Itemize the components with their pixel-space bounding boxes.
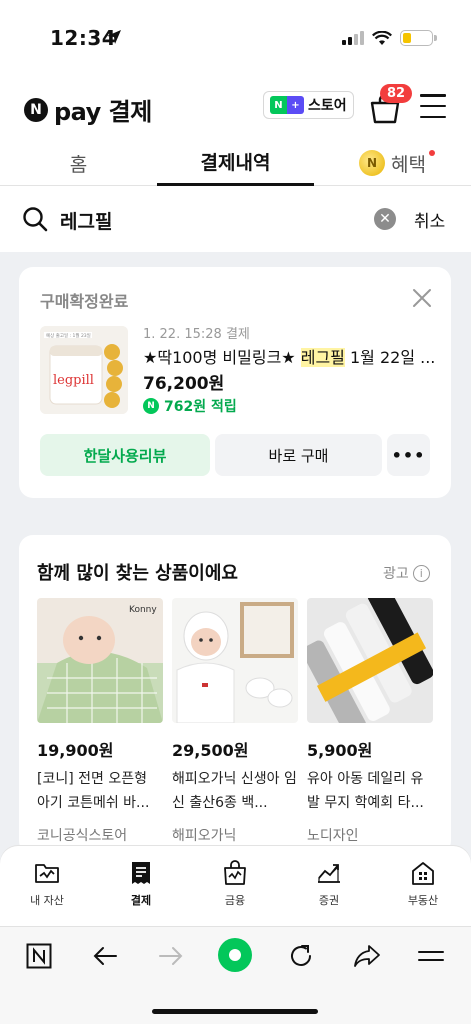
product-price: 29,500원 — [172, 741, 249, 760]
info-icon: i — [412, 564, 430, 582]
cell-signal-icon — [342, 31, 364, 45]
product-item[interactable]: Konny 19,900원 [코니] 전면 오픈형 아기 코튼메쉬 바... 코… — [37, 598, 163, 845]
building-icon — [412, 862, 434, 885]
battery-icon — [400, 30, 437, 46]
forward-arrow-icon[interactable] — [156, 941, 186, 971]
ad-label[interactable]: 광고 i — [383, 563, 430, 583]
product-thumbnail[interactable]: 예상 출고일 : 1월 23일 legpill — [40, 326, 128, 414]
naver-home-icon[interactable] — [24, 941, 54, 971]
back-arrow-icon[interactable] — [90, 941, 120, 971]
product-price: 5,900원 — [307, 741, 373, 760]
app-header: N pay 결제 N + 스토어 82 — [0, 84, 471, 128]
product-image — [307, 598, 433, 723]
naver-store-button[interactable]: N + 스토어 — [263, 91, 354, 119]
bag-chart-icon — [224, 860, 246, 885]
product-item[interactable]: 29,500원 해피오가닉 신생아 임신 출산6종 백... 해피오가닉 — [172, 598, 298, 845]
nav-payment[interactable]: 결제 — [94, 860, 188, 908]
tab-benefits[interactable]: N 혜택 — [314, 140, 471, 186]
refresh-icon[interactable] — [286, 941, 316, 971]
status-indicators — [342, 30, 437, 46]
product-name: 해피오가닉 신생아 임신 출산6종 백... — [172, 771, 297, 811]
hamburger-menu-icon[interactable] — [420, 94, 446, 118]
status-bar: 12:34 — [0, 22, 471, 56]
tab-home[interactable]: 홈 — [0, 140, 157, 186]
share-icon[interactable] — [352, 941, 382, 971]
svg-text:Konny: Konny — [129, 605, 157, 615]
product-seller: 노디자인 — [307, 828, 359, 844]
product-item[interactable]: 5,900원 유아 아동 데일리 유발 무지 학예회 타... 노디자인 — [307, 598, 433, 845]
naver-point-icon: N — [143, 398, 159, 414]
product-name: 유아 아동 데일리 유발 무지 학예회 타... — [307, 771, 424, 811]
naver-logo-icon: N — [24, 97, 48, 122]
search-input[interactable]: 레그필 — [60, 207, 112, 234]
store-label: 스토어 — [308, 98, 347, 114]
receipt-icon — [132, 862, 150, 884]
naver-plus-icon: N + — [270, 96, 304, 114]
order-points: N 762원 적립 — [143, 396, 237, 416]
monthly-review-button[interactable]: 한달사용리뷰 — [40, 434, 210, 476]
coin-icon: N — [359, 150, 386, 176]
product-seller: 코니공식스토어 — [37, 828, 128, 844]
svg-text:예상 출고일 : 1월 23일: 예상 출고일 : 1월 23일 — [46, 332, 91, 339]
search-bar: 레그필 ✕ 취소 — [0, 190, 471, 250]
folder-chart-icon — [35, 864, 59, 883]
clear-search-icon[interactable]: ✕ — [374, 208, 396, 230]
stock-chart-icon — [318, 864, 340, 883]
nav-my-assets[interactable]: 내 자산 — [0, 860, 94, 908]
browser-toolbar — [0, 926, 471, 1024]
buy-again-button[interactable]: 바로 구매 — [215, 434, 382, 476]
tab-payment-history[interactable]: 결제내역 — [157, 140, 314, 186]
cancel-search-button[interactable]: 취소 — [414, 207, 445, 232]
notification-dot — [429, 150, 435, 156]
nav-stocks[interactable]: 증권 — [282, 860, 376, 908]
svg-text:legpill: legpill — [53, 373, 94, 388]
green-dot-icon[interactable] — [216, 936, 254, 974]
product-name: [코니] 전면 오픈형 아기 코튼메쉬 바... — [37, 771, 150, 811]
nav-finance[interactable]: 금융 — [188, 860, 282, 908]
tab-benefits-label: 혜택 — [391, 153, 426, 176]
search-highlight: 레그필 — [300, 348, 345, 367]
product-image — [172, 598, 298, 723]
close-icon[interactable] — [411, 287, 433, 309]
product-price: 19,900원 — [37, 741, 114, 760]
main-tabs: 홈 결제내역 N 혜택 — [0, 140, 471, 186]
product-seller: 해피오가닉 — [172, 828, 237, 844]
recommendation-card: 함께 많이 찾는 상품이에요 광고 i Konny 19,900원 [코니] 전… — [19, 535, 451, 855]
recommendation-title: 함께 많이 찾는 상품이에요 — [37, 563, 238, 584]
menu-icon[interactable] — [416, 941, 446, 971]
top-section: 12:34 N pay 결제 N + 스토어 82 홈 결제내역 N 혜택 레그… — [0, 0, 471, 252]
cart-count-badge: 82 — [380, 84, 413, 103]
home-indicator — [152, 1009, 318, 1014]
order-price: 76,200원 — [143, 374, 225, 394]
location-arrow-icon — [107, 30, 121, 44]
product-image: 예상 출고일 : 1월 23일 legpill — [40, 326, 128, 414]
wifi-icon — [372, 30, 392, 45]
order-product-title[interactable]: ★딱100명 비밀링크★ 레그필 1월 22일 ... — [143, 344, 443, 368]
bottom-nav: 내 자산 결제 금융 증권 부동산 — [0, 846, 471, 926]
product-image: Konny — [37, 598, 163, 723]
order-date: 1. 22. 15:28 결제 — [143, 327, 250, 342]
search-icon — [23, 207, 48, 232]
nav-real-estate[interactable]: 부동산 — [376, 860, 470, 908]
logo-text: pay 결제 — [54, 98, 152, 126]
more-options-button[interactable]: ••• — [387, 434, 430, 476]
order-card: 구매확정완료 예상 출고일 : 1월 23일 legpill 1. 22. 15… — [19, 267, 451, 498]
order-status: 구매확정완료 — [40, 292, 129, 311]
npay-logo[interactable]: N pay 결제 — [24, 92, 152, 127]
